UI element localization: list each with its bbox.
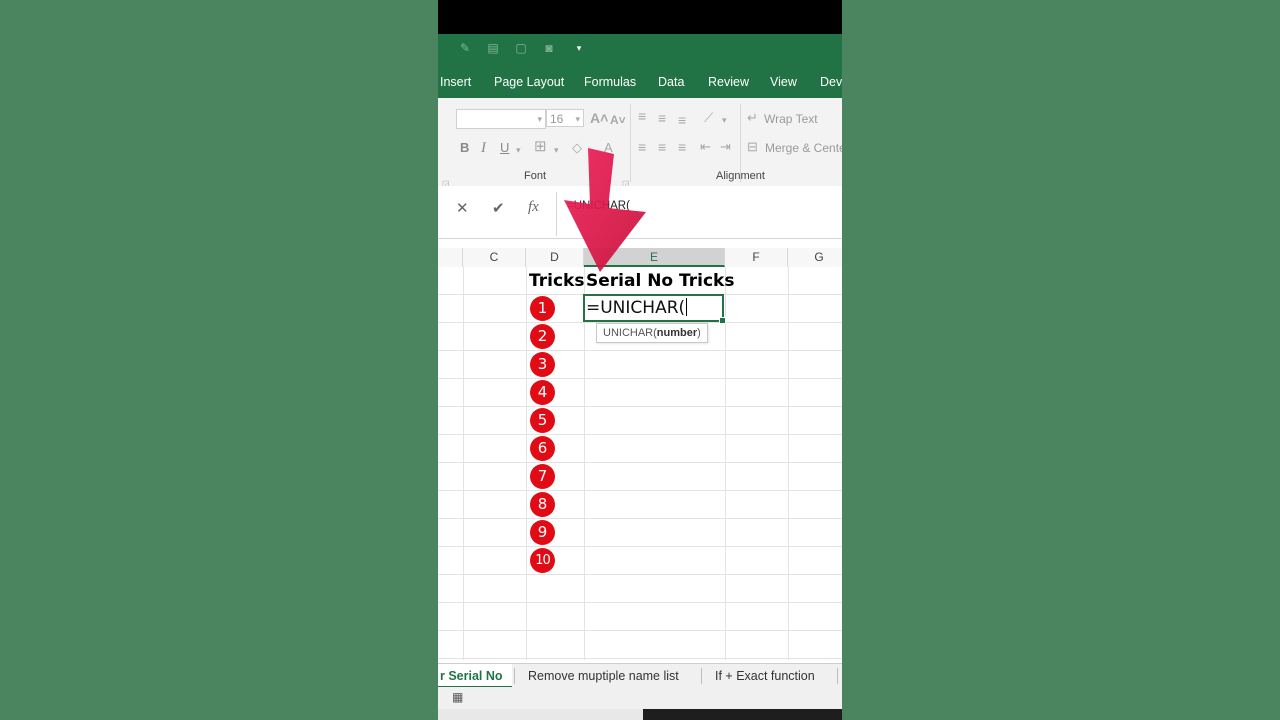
sheet-tab-remove-multiple-name-list[interactable]: Remove muptiple name list: [528, 664, 679, 688]
font-group-label: Font: [524, 170, 547, 182]
header-serial-no-tricks[interactable]: Serial No Tricks: [586, 271, 734, 291]
camera-icon[interactable]: ◙: [542, 42, 556, 54]
serial-badge: 9: [530, 520, 555, 545]
align-bottom-icon[interactable]: ≡: [678, 112, 686, 128]
align-top-icon[interactable]: ≡: [638, 108, 646, 124]
decrease-indent-icon[interactable]: ⇤: [700, 139, 711, 155]
tab-formulas[interactable]: Formulas: [584, 75, 636, 89]
format-painter-icon[interactable]: ✎: [458, 42, 472, 54]
tab-developer[interactable]: Dev: [820, 75, 842, 89]
serial-badge: 3: [530, 352, 555, 377]
preview-icon[interactable]: ▢: [514, 42, 528, 54]
left-background: [0, 0, 438, 720]
tab-divider: [701, 668, 702, 684]
chevron-down-icon[interactable]: ▾: [516, 142, 521, 158]
serial-badge: 8: [530, 492, 555, 517]
macro-record-icon[interactable]: ▦: [452, 690, 463, 704]
gridline: [438, 490, 842, 491]
gridline: [438, 518, 842, 519]
taskbar-strip: [438, 709, 842, 720]
taskbar-dark-area: [643, 709, 842, 720]
enter-icon[interactable]: ✔: [492, 199, 505, 217]
gridline: [438, 602, 842, 603]
status-bar: ▦: [438, 687, 842, 709]
insert-function-icon[interactable]: fx: [528, 199, 539, 216]
tab-divider: [514, 668, 515, 684]
font-name-input[interactable]: ▾: [456, 109, 546, 129]
wrap-text-button[interactable]: Wrap Text: [764, 111, 818, 127]
serial-badge: 5: [530, 408, 555, 433]
gridline: [438, 434, 842, 435]
column-header-f[interactable]: F: [725, 248, 788, 267]
top-black-bar: [438, 0, 842, 34]
increase-font-icon[interactable]: A˄: [590, 110, 608, 126]
tab-data[interactable]: Data: [658, 75, 684, 89]
chevron-down-icon: ▾: [575, 114, 580, 124]
gridline: [438, 378, 842, 379]
customize-dropdown-icon[interactable]: ▾: [572, 42, 586, 54]
borders-icon[interactable]: ⊞: [534, 139, 547, 155]
align-right-icon[interactable]: ≡: [678, 139, 686, 155]
tab-insert[interactable]: Insert: [440, 75, 471, 89]
ribbon-tabs: Insert Page Layout Formulas Data Review …: [438, 66, 842, 98]
table-icon[interactable]: ▤: [486, 42, 500, 54]
header-tricks[interactable]: Tricks: [529, 271, 584, 291]
gridline: [438, 406, 842, 407]
gridline: [438, 574, 842, 575]
sheet-tab-serial-no[interactable]: r Serial No: [438, 664, 512, 688]
gridline: [438, 658, 842, 659]
italic-button[interactable]: I: [481, 140, 486, 156]
align-middle-icon[interactable]: ≡: [658, 110, 666, 126]
sheet-tab-if-exact-function[interactable]: If + Exact function: [715, 664, 815, 688]
tooltip-argument[interactable]: number: [657, 327, 697, 339]
font-size-value: 16: [550, 112, 564, 126]
column-header-c[interactable]: C: [463, 248, 526, 267]
serial-badge: 10: [530, 548, 555, 573]
orientation-icon[interactable]: ⟋: [704, 110, 713, 126]
tab-page-layout[interactable]: Page Layout: [494, 75, 564, 89]
merge-icon[interactable]: ⊟: [747, 139, 758, 155]
fill-handle[interactable]: [719, 317, 726, 324]
active-cell-formula: =UNICHAR(: [586, 298, 686, 318]
right-background: [842, 0, 1280, 720]
gridline: [438, 546, 842, 547]
bold-button[interactable]: B: [460, 140, 469, 156]
tab-view[interactable]: View: [770, 75, 797, 89]
decrease-font-icon[interactable]: A˅: [610, 112, 626, 128]
pointer-arrow-icon: [564, 148, 646, 272]
increase-indent-icon[interactable]: ⇥: [720, 139, 731, 155]
column-header-b[interactable]: [438, 248, 463, 267]
serial-badge: 1: [530, 296, 555, 321]
serial-badge: 6: [530, 436, 555, 461]
chevron-down-icon: ▾: [537, 114, 542, 124]
chevron-down-icon: ▾: [722, 115, 727, 125]
sheet-tabs-bar: r Serial No Remove muptiple name list If…: [438, 663, 842, 688]
alignment-group-label: Alignment: [716, 170, 765, 182]
font-size-input[interactable]: 16 ▾: [546, 109, 584, 127]
merge-center-button[interactable]: Merge & Cente: [765, 140, 842, 156]
text-cursor: [686, 298, 687, 316]
tab-divider: [837, 668, 838, 684]
serial-badge: 7: [530, 464, 555, 489]
excel-window: ✎ ▤ ▢ ◙ ▾ Insert Page Layout Formulas Da…: [438, 0, 842, 720]
column-header-g[interactable]: G: [788, 248, 842, 267]
tooltip-close-paren: ): [697, 327, 701, 339]
quick-access-toolbar: ✎ ▤ ▢ ◙ ▾: [438, 34, 842, 66]
gridline: [438, 630, 842, 631]
function-tooltip: UNICHAR(number): [596, 323, 708, 343]
tab-review[interactable]: Review: [708, 75, 749, 89]
tooltip-function-name: UNICHAR(: [603, 327, 657, 339]
gridline: [438, 350, 842, 351]
cancel-icon[interactable]: ✕: [456, 199, 469, 217]
serial-badge: 2: [530, 324, 555, 349]
underline-button[interactable]: U: [500, 140, 509, 156]
align-center-icon[interactable]: ≡: [658, 139, 666, 155]
gridline: [438, 462, 842, 463]
serial-badge: 4: [530, 380, 555, 405]
wrap-text-icon[interactable]: ↵: [747, 110, 758, 126]
